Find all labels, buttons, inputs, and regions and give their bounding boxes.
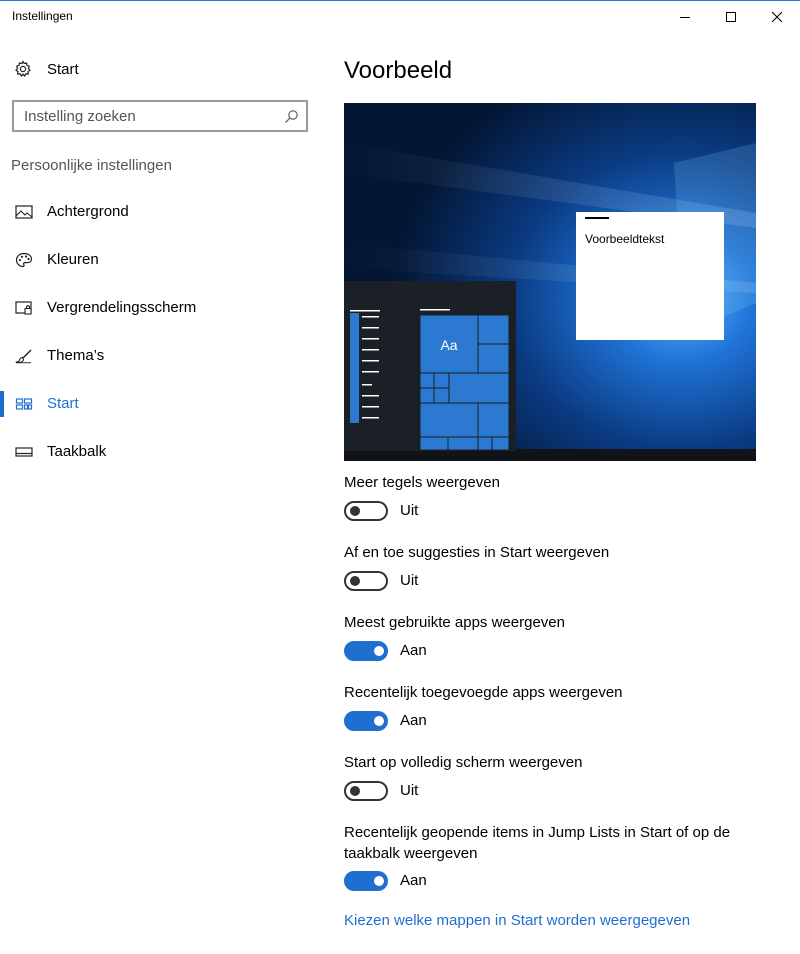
minimize-icon [680,16,690,18]
page-title: Voorbeeld [344,57,453,84]
setting-label-full-screen: Start op volledig scherm weergeven [344,754,583,771]
sidebar-item-label: Taakbalk [47,443,107,460]
search-icon[interactable] [284,109,299,124]
close-icon [771,11,783,22]
toggle-jump-lists[interactable] [344,871,388,891]
toggle-knob [350,506,360,516]
sidebar-item-label: Achtergrond [47,203,129,220]
toggle-state-more-tiles: Uit [400,502,419,519]
setting-label-suggestions: Af en toe suggesties in Start weergeven [344,544,610,561]
start-tiles-icon [15,398,33,410]
toggle-knob [350,576,360,586]
toggle-state-suggestions: Uit [400,572,419,589]
palette-icon [15,252,33,268]
sidebar-item-label: Thema’s [47,347,105,364]
toggle-more-tiles[interactable] [344,501,388,521]
sidebar-item-label: Start [47,395,79,412]
brush-icon [15,349,32,364]
toggle-knob [374,716,384,726]
tile-text: Aa [440,337,457,353]
window-title: Instellingen [12,9,73,23]
sidebar-item-kleuren[interactable]: Kleuren [0,240,320,280]
sample-text: Voorbeeldtekst [585,232,665,246]
sidebar-item-achtergrond[interactable]: Achtergrond [0,192,320,232]
toggle-knob [374,876,384,886]
sidebar: Start Persoonlijke instellingen Achtergr… [0,32,320,954]
tiles-group-title [420,309,450,311]
toggle-most-used[interactable] [344,641,388,661]
toggle-state-most-used: Aan [400,642,427,659]
maximize-icon [726,11,736,22]
taskbar-icon [15,447,33,457]
sidebar-item-themas[interactable]: Thema’s [0,336,320,376]
toggle-knob [374,646,384,656]
tiles [419,314,510,451]
choose-folders-link[interactable]: Kiezen welke mappen in Start worden weer… [344,912,690,929]
group-title: Persoonlijke instellingen [11,157,172,174]
toggle-knob [350,786,360,796]
setting-label-jump-lists: Recentelijk geopende items in Jump Lists… [344,824,731,862]
sidebar-item-taakbalk[interactable]: Taakbalk [0,432,320,472]
start-preview: Voorbeeldtekst Aa [344,103,756,461]
picture-icon [15,205,33,219]
home-label: Start [47,61,79,78]
active-indicator [0,391,4,417]
gear-icon [15,60,31,78]
sample-window-bar [585,217,609,219]
sidebar-item-label: Kleuren [47,251,99,268]
lock-screen-icon [15,301,32,315]
toggle-full-screen[interactable] [344,781,388,801]
toggle-state-recently-added: Aan [400,712,427,729]
setting-label-most-used: Meest gebruikte apps weergeven [344,614,565,631]
setting-label-more-tiles: Meer tegels weergeven [344,474,500,491]
maximize-button[interactable] [708,2,754,31]
minimize-button[interactable] [662,2,708,31]
search-input[interactable] [24,106,274,126]
setting-label-recently-added: Recentelijk toegevoegde apps weergeven [344,684,623,701]
sidebar-item-vergrendelingsscherm[interactable]: Vergrendelingsscherm [0,288,320,328]
sidebar-item-label: Vergrendelingsscherm [47,299,197,316]
close-button[interactable] [754,2,800,31]
home-button[interactable]: Start [0,54,320,84]
toggle-state-full-screen: Uit [400,782,419,799]
title-bar: Instellingen [0,1,800,32]
sidebar-item-start[interactable]: Start [0,384,320,424]
toggle-suggestions[interactable] [344,571,388,591]
search-box[interactable] [12,100,308,132]
toggle-state-jump-lists: Aan [400,872,427,889]
main-content: Voorbeeld Voorbeeldtekst Aa Meer tegels … [344,32,784,954]
toggle-recently-added[interactable] [344,711,388,731]
